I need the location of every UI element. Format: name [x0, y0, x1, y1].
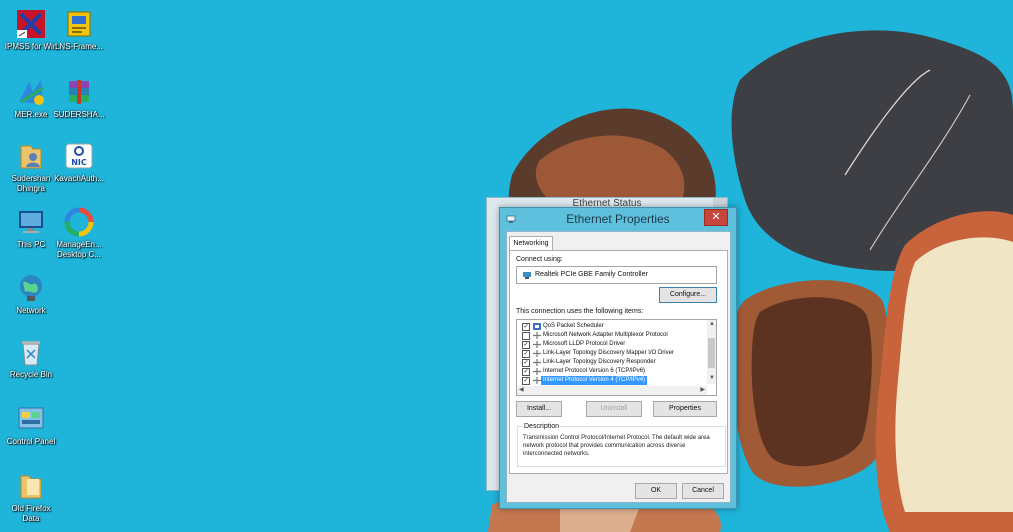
- desktop-icon-label: Old Firefox Data: [11, 504, 51, 523]
- network-icon: [15, 272, 47, 304]
- desktop-icon-label: Network: [16, 306, 46, 315]
- protocol-icon: [533, 350, 541, 357]
- desktop-icon-label: Recycle Bin: [9, 370, 53, 379]
- protocol-icon: [533, 341, 541, 348]
- mer-app-icon: [15, 76, 47, 108]
- list-item[interactable]: ✓ Link-Layer Topology Discovery Responde…: [519, 358, 705, 367]
- scroll-up-icon[interactable]: ▲: [709, 321, 715, 328]
- nic-app-icon: NIC: [63, 140, 95, 172]
- tab-networking[interactable]: Networking: [509, 236, 553, 251]
- close-button[interactable]: ✕: [704, 209, 728, 226]
- protocol-icon: [533, 377, 541, 384]
- checkbox[interactable]: ✓: [522, 341, 530, 349]
- list-item[interactable]: ✓ Link-Layer Topology Discovery Mapper I…: [519, 349, 705, 358]
- desktop-icon-label: IPMSS for Win: [4, 42, 58, 51]
- ipmss-app-icon: [15, 8, 47, 40]
- winrar-archive-icon: [63, 76, 95, 108]
- desktop-icon-label: SUDERSHA...: [53, 110, 105, 119]
- checkbox[interactable]: [522, 332, 530, 340]
- list-item[interactable]: Microsoft Network Adapter Multiplexor Pr…: [519, 331, 705, 340]
- list-item-selected[interactable]: ✓ Internet Protocol Version 4 (TCP/IPv4): [519, 376, 705, 385]
- control-panel-icon: [15, 403, 47, 435]
- user-folder-icon: [15, 140, 47, 172]
- vertical-scrollbar[interactable]: ▲ ▼: [707, 320, 716, 384]
- protocol-icon: [533, 332, 541, 339]
- networking-panel: Connect using: Realtek PCIe GBE Family C…: [509, 250, 728, 474]
- desktop-icon-kavach[interactable]: NIC KavachAuth...: [52, 140, 106, 184]
- connect-using-label: Connect using:: [516, 256, 563, 263]
- horizontal-scrollbar[interactable]: ◀ ▶: [517, 386, 707, 395]
- title-bar[interactable]: Ethernet Properties ✕: [500, 208, 736, 230]
- desktop-icon-mer[interactable]: MER.exe: [4, 76, 58, 120]
- desktop-icon-control-panel[interactable]: Control Panel: [4, 403, 58, 447]
- checkbox[interactable]: ✓: [522, 323, 530, 331]
- network-adapter-icon: [523, 272, 531, 279]
- items-listbox[interactable]: ✓ QoS Packet Scheduler Microsoft Network…: [516, 319, 717, 396]
- desktop-icon-this-pc[interactable]: This PC: [4, 206, 58, 250]
- checkbox[interactable]: ✓: [522, 377, 530, 385]
- desktop-icon-label: LNS-Frame...: [54, 42, 103, 51]
- list-item[interactable]: ✓ Internet Protocol Version 6 (TCP/IPv6): [519, 367, 705, 376]
- desktop-icon-sudershan[interactable]: Sudershan Dhingra: [4, 140, 58, 194]
- dialog-body: Networking Connect using: Realtek PCIe G…: [506, 231, 731, 503]
- recycle-bin-icon: [15, 336, 47, 368]
- desktop-icon-ipmss[interactable]: IPMSS for Win: [4, 8, 58, 52]
- list-item[interactable]: ✓ QoS Packet Scheduler: [519, 322, 705, 331]
- adapter-name: Realtek PCIe GBE Family Controller: [535, 271, 648, 278]
- qos-icon: [533, 323, 541, 330]
- cancel-button[interactable]: Cancel: [682, 483, 724, 499]
- description-group: Description Transmission Control Protoco…: [517, 423, 726, 467]
- dialog-title: Ethernet Properties: [566, 212, 670, 226]
- configure-button[interactable]: Configure...: [659, 287, 717, 303]
- this-pc-icon: [15, 206, 47, 238]
- desktop-icon-lns[interactable]: LNS-Frame...: [52, 8, 106, 52]
- scroll-down-icon[interactable]: ▼: [709, 375, 715, 382]
- desktop-icon-network[interactable]: Network: [4, 272, 58, 316]
- checkbox[interactable]: ✓: [522, 350, 530, 358]
- description-title: Description: [524, 423, 560, 430]
- desktop-icon-recycle-bin[interactable]: Recycle Bin: [4, 336, 58, 380]
- svg-text:NIC: NIC: [71, 158, 87, 167]
- items-label: This connection uses the following items…: [516, 308, 644, 315]
- desktop-icon-label: ManageEn... Desktop C...: [56, 240, 102, 259]
- desktop-icon-label: This PC: [16, 240, 46, 249]
- ok-button[interactable]: OK: [635, 483, 677, 499]
- list-item[interactable]: ✓ Microsoft LLDP Protocol Driver: [519, 340, 705, 349]
- scroll-left-icon[interactable]: ◀: [519, 387, 524, 394]
- desktop-icon-manageengine[interactable]: ManageEn... Desktop C...: [52, 206, 106, 260]
- scroll-thumb[interactable]: [708, 338, 715, 368]
- properties-button[interactable]: Properties: [653, 401, 717, 417]
- folder-icon: [15, 470, 47, 502]
- desktop-icon-sudersha[interactable]: SUDERSHA...: [52, 76, 106, 120]
- description-text: Transmission Control Protocol/Internet P…: [523, 435, 710, 457]
- desktop: IPMSS for Win LNS-Frame... MER.exe SUDER…: [0, 0, 1013, 532]
- desktop-icon-label: Control Panel: [6, 437, 56, 446]
- desktop-icon-old-firefox-data[interactable]: Old Firefox Data: [4, 470, 58, 524]
- ethernet-properties-dialog[interactable]: Ethernet Properties ✕ Networking Connect…: [499, 207, 737, 509]
- scroll-right-icon[interactable]: ▶: [700, 387, 705, 394]
- lns-app-icon: [63, 8, 95, 40]
- desktop-icon-label: Sudershan Dhingra: [11, 174, 51, 193]
- uninstall-button[interactable]: Uninstall: [586, 401, 642, 417]
- desktop-icon-label: MER.exe: [14, 110, 48, 119]
- checkbox[interactable]: ✓: [522, 368, 530, 376]
- manageengine-icon: [63, 206, 95, 238]
- checkbox[interactable]: ✓: [522, 359, 530, 367]
- desktop-icon-label: KavachAuth...: [54, 174, 104, 183]
- protocol-icon: [533, 368, 541, 375]
- adapter-field: Realtek PCIe GBE Family Controller: [516, 266, 717, 284]
- install-button[interactable]: Install...: [516, 401, 562, 417]
- protocol-icon: [533, 359, 541, 366]
